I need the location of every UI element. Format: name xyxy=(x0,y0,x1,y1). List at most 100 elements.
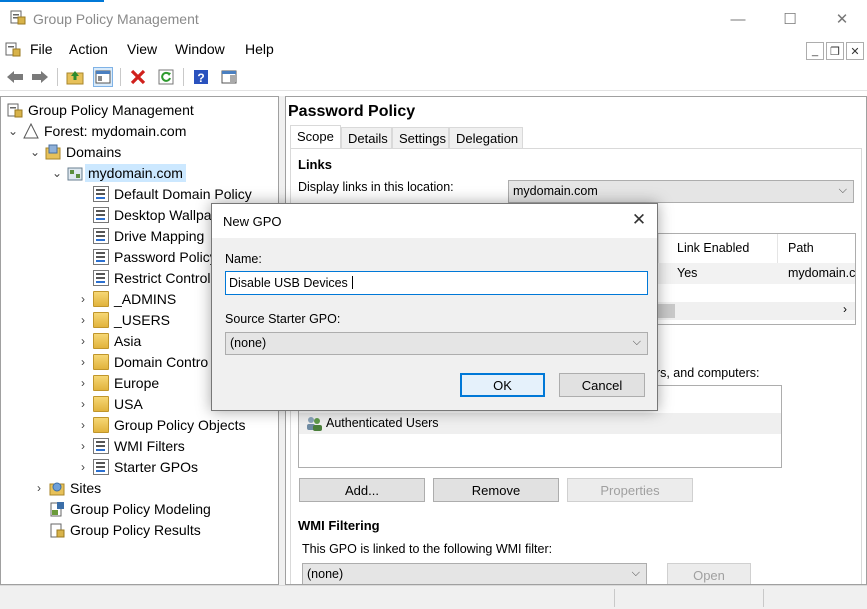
cancel-button[interactable]: Cancel xyxy=(559,373,645,397)
tree-node-starter-gpos[interactable]: › Starter GPOs xyxy=(77,457,198,477)
chevron-right-icon[interactable]: › xyxy=(77,355,89,369)
tree-node-gpo-container[interactable]: › Group Policy Objects xyxy=(77,415,246,435)
minimize-button[interactable]: — xyxy=(715,4,761,34)
tab-details[interactable]: Details xyxy=(341,127,392,149)
wmi-filter-label: This GPO is linked to the following WMI … xyxy=(302,542,553,556)
chevron-right-icon[interactable]: › xyxy=(77,460,89,474)
tree-node-sites[interactable]: › Sites xyxy=(33,478,101,498)
back-arrow-icon[interactable] xyxy=(5,67,25,87)
dialog-title-bar: New GPO ✕ xyxy=(212,204,657,238)
starter-gpos-icon xyxy=(93,459,109,475)
tree-node-ou[interactable]: › Asia xyxy=(77,331,141,351)
wmi-filters-icon xyxy=(93,438,109,454)
help-icon[interactable]: ? xyxy=(191,67,211,87)
tree-node-root[interactable]: Group Policy Management xyxy=(7,100,194,120)
properties-pane-icon[interactable] xyxy=(219,67,239,87)
ok-button[interactable]: OK xyxy=(460,373,545,397)
authenticated-users-label: Authenticated Users xyxy=(326,416,439,430)
properties-button[interactable]: Properties xyxy=(567,478,693,502)
results-icon xyxy=(50,523,65,538)
domains-icon xyxy=(45,144,61,160)
add-button[interactable]: Add... xyxy=(299,478,425,502)
menu-action[interactable]: Action xyxy=(69,41,108,57)
ou-folder-icon xyxy=(93,291,109,307)
forward-arrow-icon[interactable] xyxy=(30,67,50,87)
list-item[interactable]: Authenticated Users xyxy=(299,413,781,434)
chevron-right-icon[interactable]: › xyxy=(77,334,89,348)
toolbar-separator xyxy=(120,68,121,86)
tree-node-gpo-link[interactable]: Desktop Wallpa xyxy=(93,205,212,225)
column-header-path[interactable]: Path xyxy=(788,241,814,255)
tree-label: Sites xyxy=(70,480,102,496)
tree-label: _ADMINS xyxy=(114,291,177,307)
status-divider xyxy=(763,589,764,607)
display-links-label: Display links in this location: xyxy=(298,180,454,194)
tree-node-gpo-link[interactable]: Password Policy xyxy=(93,247,217,267)
gpo-heading: Password Policy xyxy=(288,103,416,120)
chevron-down-icon[interactable]: ⌄ xyxy=(29,145,41,159)
tree-node-ou[interactable]: › _USERS xyxy=(77,310,170,330)
tab-settings[interactable]: Settings xyxy=(392,127,449,149)
mdi-restore-icon[interactable]: ❐ xyxy=(826,42,844,60)
tree-node-domain-selected[interactable]: ⌄ mydomain.com xyxy=(51,163,186,183)
mdi-minimize-icon[interactable]: _ xyxy=(806,42,824,60)
gpo-link-icon xyxy=(93,207,109,223)
tree-node-results[interactable]: Group Policy Results xyxy=(49,520,201,540)
modeling-icon xyxy=(50,502,64,517)
tree-label: Group Policy Modeling xyxy=(70,501,211,517)
tree-label: WMI Filters xyxy=(114,438,185,454)
tree-node-wmi-filters[interactable]: › WMI Filters xyxy=(77,436,185,456)
chevron-right-icon[interactable]: › xyxy=(33,481,45,495)
mdi-close-icon[interactable]: ✕ xyxy=(846,42,864,60)
new-gpo-dialog: New GPO ✕ Name: Disable USB Devices Sour… xyxy=(211,203,658,411)
show-hide-console-tree-icon[interactable] xyxy=(93,67,113,87)
gpo-link-icon xyxy=(93,186,109,202)
open-wmi-button[interactable]: Open xyxy=(667,563,751,584)
delete-icon[interactable] xyxy=(128,67,148,87)
status-bar xyxy=(0,585,867,609)
tree-node-gpo-link[interactable]: Restrict Control xyxy=(93,268,210,288)
remove-button[interactable]: Remove xyxy=(433,478,559,502)
chevron-down-icon[interactable]: ⌄ xyxy=(51,166,63,180)
column-header-link-enabled[interactable]: Link Enabled xyxy=(677,241,749,255)
chevron-right-icon[interactable]: › xyxy=(77,439,89,453)
chevron-right-icon[interactable]: › xyxy=(77,418,89,432)
source-starter-gpo-dropdown[interactable]: (none) ⌵ xyxy=(225,332,648,355)
close-icon: ✕ xyxy=(835,11,849,28)
dialog-close-icon[interactable]: ✕ xyxy=(629,210,649,230)
up-folder-icon[interactable] xyxy=(65,67,85,87)
menu-window[interactable]: Window xyxy=(175,41,225,57)
tree-node-ou[interactable]: › Domain Contro xyxy=(77,352,208,372)
refresh-icon[interactable] xyxy=(156,67,176,87)
tree-node-forest[interactable]: ⌄ Forest: mydomain.com xyxy=(7,121,186,141)
tree-node-ou[interactable]: › _ADMINS xyxy=(77,289,176,309)
chevron-down-icon[interactable]: ⌄ xyxy=(7,124,19,138)
tree-node-gpo-link[interactable]: Default Domain Policy xyxy=(93,184,252,204)
close-button[interactable]: ✕ xyxy=(819,4,865,34)
chevron-right-icon[interactable]: › xyxy=(77,313,89,327)
menu-view[interactable]: View xyxy=(127,41,157,57)
chevron-right-icon[interactable]: › xyxy=(77,376,89,390)
minimize-icon: — xyxy=(730,10,746,28)
tree-node-modeling[interactable]: Group Policy Modeling xyxy=(49,499,211,519)
menu-file[interactable]: File xyxy=(30,41,53,57)
tree-node-ou[interactable]: › Europe xyxy=(77,373,159,393)
tree-label: Password Policy xyxy=(114,249,217,265)
tree-node-domains[interactable]: ⌄ Domains xyxy=(29,142,121,162)
gpo-name-input[interactable]: Disable USB Devices xyxy=(225,271,648,295)
location-dropdown[interactable]: mydomain.com ⌵ xyxy=(508,180,854,203)
tab-delegation[interactable]: Delegation xyxy=(449,127,523,149)
tree-node-gpo-link[interactable]: Drive Mapping xyxy=(93,226,204,246)
security-filter-label-tail: ers, and computers: xyxy=(649,366,760,380)
mmc-document-icon[interactable] xyxy=(5,41,21,57)
users-group-icon xyxy=(307,417,322,431)
chevron-right-icon[interactable]: › xyxy=(77,292,89,306)
menu-help[interactable]: Help xyxy=(245,41,274,57)
scroll-right-icon[interactable]: › xyxy=(843,302,847,316)
chevron-right-icon[interactable]: › xyxy=(77,397,89,411)
tab-scope[interactable]: Scope xyxy=(290,125,341,149)
text-caret xyxy=(352,276,354,289)
tree-node-ou[interactable]: › USA xyxy=(77,394,143,414)
wmi-filter-dropdown[interactable]: (none) ⌵ xyxy=(302,563,647,584)
maximize-button[interactable]: ☐ xyxy=(767,4,813,34)
